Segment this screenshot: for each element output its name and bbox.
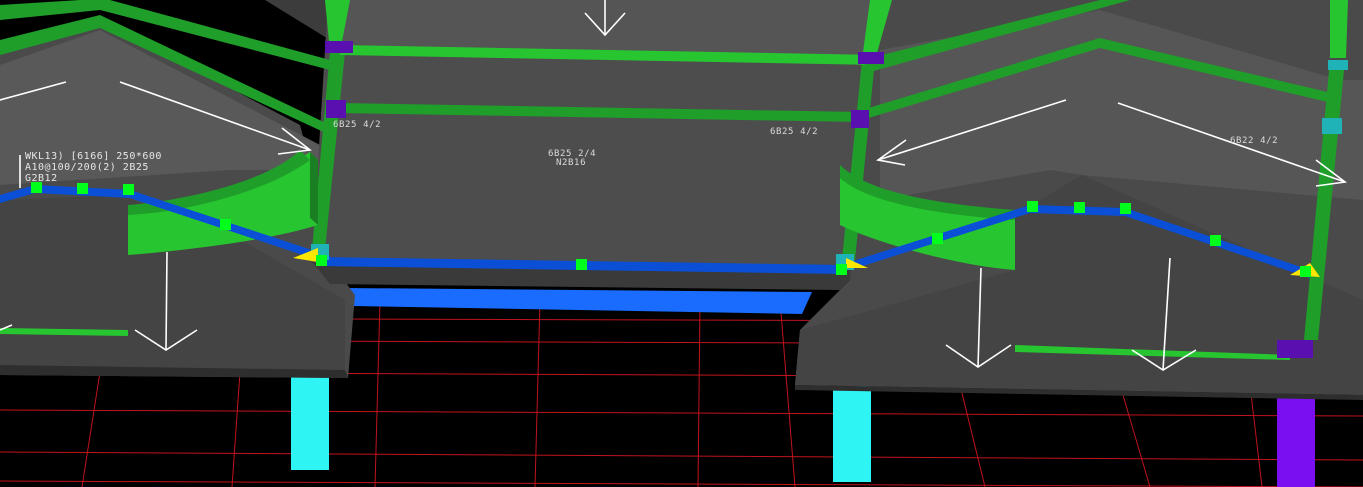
joint-purple[interactable] [326, 100, 346, 118]
rebar-label-center-torsion: N2B16 [556, 158, 586, 168]
node-point[interactable] [77, 183, 88, 194]
balcony-left-end [310, 152, 318, 225]
model-viewport[interactable]: WKL13) [6166] 250*600 A10@100/200(2) 2B2… [0, 0, 1363, 487]
grid-line [374, 299, 381, 487]
node-point[interactable] [1027, 201, 1038, 212]
node-point[interactable] [220, 219, 231, 230]
grid-line [1119, 384, 1151, 487]
node-point[interactable] [1210, 235, 1221, 246]
node-point[interactable] [123, 184, 134, 195]
beam-right-edge-top[interactable] [1330, 0, 1348, 58]
grid-line [534, 299, 541, 487]
grid-line [0, 409, 1363, 417]
joint-purple[interactable] [1277, 340, 1313, 358]
rebar-label-right: 6B22 4/2 [1230, 136, 1278, 146]
beam-bottom-face[interactable] [345, 288, 812, 314]
node-point[interactable] [932, 233, 943, 244]
side-rebar-label: G2B12 [25, 173, 58, 184]
grid-line [697, 299, 701, 487]
node-point[interactable] [1300, 266, 1311, 277]
node-point[interactable] [1120, 203, 1131, 214]
node-point[interactable] [836, 264, 847, 275]
center-slab-block[interactable] [312, 0, 890, 290]
stirrup-spec-label: A10@100/200(2) 2B25 [25, 162, 149, 173]
joint-purple[interactable] [851, 110, 869, 128]
column-cyan-center[interactable] [833, 386, 871, 482]
node-point[interactable] [1074, 202, 1085, 213]
node-point[interactable] [316, 255, 327, 266]
grid-line [0, 451, 1363, 461]
grid-line [779, 299, 796, 487]
rebar-label-center-right: 6B25 4/2 [770, 127, 818, 137]
structure-3d-scene[interactable]: WKL13) [6166] 250*600 A10@100/200(2) 2B2… [0, 0, 1363, 487]
grid-line [959, 384, 986, 487]
joint-purple[interactable] [858, 52, 884, 64]
joint-cyan[interactable] [1322, 118, 1342, 134]
grid-line [231, 371, 241, 487]
column-purple-right[interactable] [1277, 395, 1315, 487]
joint-purple[interactable] [325, 41, 353, 53]
grid-line [1249, 384, 1263, 487]
column-cyan-left[interactable] [291, 376, 329, 470]
joint-cyan[interactable] [1328, 60, 1348, 70]
node-point[interactable] [576, 259, 587, 270]
beam-spec-label: WKL13) [6166] 250*600 [25, 151, 162, 162]
grid-line [0, 480, 1363, 487]
grid-line [81, 371, 101, 487]
rebar-label-left: 6B25 4/2 [333, 120, 381, 130]
